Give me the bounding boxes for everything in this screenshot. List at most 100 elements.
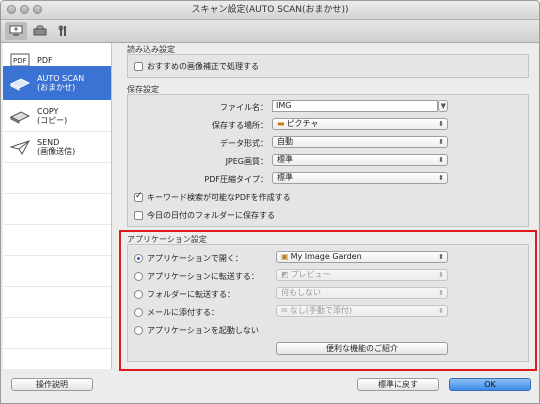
sidebar-item-label: AUTO SCAN <box>37 74 85 83</box>
sidebar-item-label: COPY <box>37 107 59 116</box>
mail-icon: ✉ <box>281 306 288 315</box>
today-folder-label: 今日の日付のフォルダーに保存する <box>147 211 275 220</box>
save-settings-panel: ファイル名： IMG ▼ 保存する場所： ▬ ピクチャ ⬍ データ形式： 自動 ⬍… <box>127 94 529 227</box>
do-not-start-option[interactable]: アプリケーションを起動しない <box>134 325 259 336</box>
pdf-compression-label: PDF圧縮タイプ： <box>204 175 268 184</box>
scan-from-computer-tab[interactable] <box>5 22 27 40</box>
divider <box>3 255 111 256</box>
toolbar <box>1 20 539 43</box>
read-settings-panel: おすすめの画像補正で処理する <box>127 54 529 78</box>
general-settings-tab[interactable] <box>53 22 75 40</box>
send-to-folder-select[interactable]: 何もしない ⬍ <box>276 287 448 299</box>
divider <box>3 193 111 194</box>
scan-computer-icon <box>9 25 23 36</box>
send-to-app-radio[interactable] <box>134 272 143 281</box>
pdf-compression-select[interactable]: 標準 ⬍ <box>272 172 448 184</box>
send-to-app-label: アプリケーションに転送する： <box>147 272 259 281</box>
save-location-value: ピクチャ <box>286 119 319 128</box>
data-format-select[interactable]: 自動 ⬍ <box>272 136 448 148</box>
copy-icon <box>9 108 31 124</box>
divider <box>3 348 111 349</box>
app-settings-panel: アプリケーションで開く： ▣ My Image Garden ⬍ アプリケーション… <box>127 244 529 362</box>
instructions-button[interactable]: 操作説明 <box>11 378 93 391</box>
open-with-app-select[interactable]: ▣ My Image Garden ⬍ <box>276 251 448 263</box>
sidebar-item-sublabel: (画像送信) <box>37 147 76 156</box>
settings-main: 読み込み設定 おすすめの画像補正で処理する 保存設定 ファイル名： IMG ▼ … <box>117 43 537 373</box>
footer: 操作説明 標準に戻す OK <box>1 371 539 403</box>
window-controls <box>7 5 42 14</box>
updown-arrows-icon: ⬍ <box>438 156 444 164</box>
open-with-app-radio[interactable] <box>134 254 143 263</box>
jpeg-quality-label: JPEG画質： <box>225 157 268 166</box>
close-window-button[interactable] <box>7 5 16 14</box>
restore-defaults-button[interactable]: 標準に戻す <box>357 378 439 391</box>
sidebar-item-label: PDF <box>37 55 53 65</box>
attach-email-label: メールに添付する： <box>147 308 219 317</box>
recommended-correction-option[interactable]: おすすめの画像補正で処理する <box>134 61 259 72</box>
open-with-app-value: My Image Garden <box>290 252 362 261</box>
divider <box>3 317 111 318</box>
auto-scan-icon <box>9 75 31 91</box>
updown-arrows-icon: ⬍ <box>438 120 444 128</box>
sidebar-item-sublabel: (おまかせ) <box>37 83 76 92</box>
sidebar-item-auto-scan[interactable]: AUTO SCAN (おまかせ) <box>3 66 111 100</box>
jpeg-quality-select[interactable]: 標準 ⬍ <box>272 154 448 166</box>
do-not-start-radio[interactable] <box>134 326 143 335</box>
save-location-select[interactable]: ▬ ピクチャ ⬍ <box>272 118 448 130</box>
updown-arrows-icon: ⬍ <box>438 307 444 315</box>
data-format-value: 自動 <box>277 137 293 146</box>
folder-icon: ▬ <box>277 119 285 128</box>
useful-features-button[interactable]: 便利な機能のご紹介 <box>276 342 448 355</box>
divider <box>3 162 111 163</box>
divider <box>3 286 111 287</box>
attach-email-radio[interactable] <box>134 308 143 317</box>
sidebar: PDF PDF AUTO SCAN (おまかせ) COPY (コピー) SEND… <box>3 43 112 369</box>
recommended-correction-label: おすすめの画像補正で処理する <box>147 62 259 71</box>
do-not-start-label: アプリケーションを起動しない <box>147 326 259 335</box>
minimize-window-button[interactable] <box>20 5 29 14</box>
send-to-app-select[interactable]: ◩ プレビュー ⬍ <box>276 269 448 281</box>
updown-arrows-icon: ⬍ <box>438 271 444 279</box>
recommended-correction-checkbox[interactable] <box>134 62 143 71</box>
send-to-app-option[interactable]: アプリケーションに転送する： <box>134 271 259 282</box>
send-to-folder-option[interactable]: フォルダーに転送する： <box>134 289 235 300</box>
zoom-window-button[interactable] <box>33 5 42 14</box>
data-format-label: データ形式： <box>220 139 268 148</box>
send-to-folder-radio[interactable] <box>134 290 143 299</box>
window-title: スキャン設定(AUTO SCAN(おまかせ)) <box>191 5 349 15</box>
pdf-compression-value: 標準 <box>277 173 293 182</box>
preview-icon: ◩ <box>281 270 289 279</box>
scan-settings-window: スキャン設定(AUTO SCAN(おまかせ)) PDF PDF AUTO SCA… <box>0 0 540 404</box>
send-to-folder-value: 何もしない <box>281 288 321 297</box>
file-name-label: ファイル名： <box>220 103 268 112</box>
svg-text:PDF: PDF <box>13 57 27 65</box>
send-to-app-value: プレビュー <box>290 270 331 279</box>
attach-email-select[interactable]: ✉ なし(手動で添付) ⬍ <box>276 305 448 317</box>
updown-arrows-icon: ⬍ <box>438 174 444 182</box>
open-with-app-label: アプリケーションで開く： <box>147 254 243 263</box>
image-garden-icon: ▣ <box>281 252 289 261</box>
open-with-app-option[interactable]: アプリケーションで開く： <box>134 253 243 264</box>
sidebar-item-sublabel: (コピー) <box>37 116 68 125</box>
today-folder-option[interactable]: 今日の日付のフォルダーに保存する <box>134 210 275 221</box>
save-location-label: 保存する場所： <box>212 121 268 130</box>
scan-from-panel-tab[interactable] <box>29 22 51 40</box>
send-icon <box>9 139 31 155</box>
updown-arrows-icon: ⬍ <box>438 138 444 146</box>
file-name-dropdown[interactable]: ▼ <box>438 100 448 112</box>
sidebar-item-copy[interactable]: COPY (コピー) <box>3 101 111 131</box>
ok-button[interactable]: OK <box>449 378 531 391</box>
today-folder-checkbox[interactable] <box>134 211 143 220</box>
searchable-pdf-label: キーワード検索が可能なPDFを作成する <box>147 193 291 202</box>
updown-arrows-icon: ⬍ <box>438 253 444 261</box>
searchable-pdf-option[interactable]: キーワード検索が可能なPDFを作成する <box>134 191 291 203</box>
scanner-icon <box>33 25 47 36</box>
attach-email-option[interactable]: メールに添付する： <box>134 307 219 318</box>
searchable-pdf-checkbox[interactable] <box>134 191 143 202</box>
tools-icon <box>58 25 66 36</box>
updown-arrows-icon: ⬍ <box>438 289 444 297</box>
file-name-input[interactable]: IMG <box>272 100 438 112</box>
sidebar-item-send[interactable]: SEND (画像送信) <box>3 132 111 162</box>
attach-email-value: なし(手動で添付) <box>289 306 352 315</box>
sidebar-item-label: SEND <box>37 138 60 147</box>
